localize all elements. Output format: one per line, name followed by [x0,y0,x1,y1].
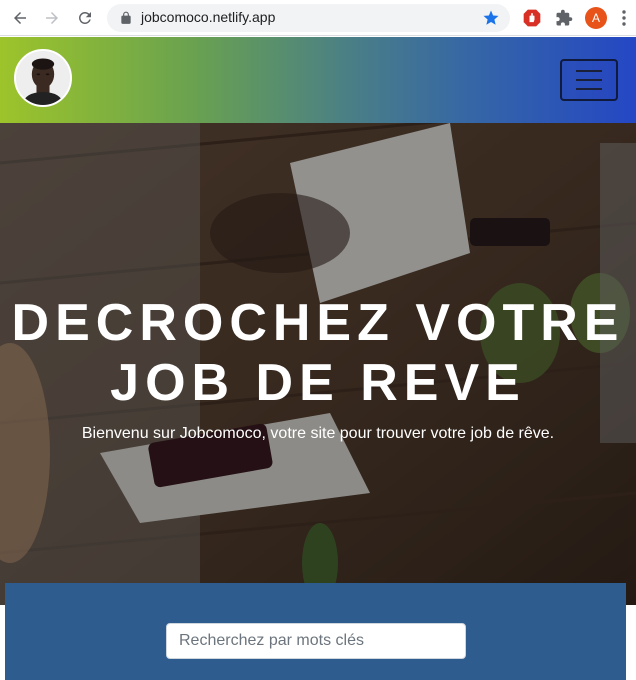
avatar-portrait-icon [16,51,70,105]
lock-icon[interactable] [119,11,133,25]
address-bar[interactable]: jobcomoco.netlify.app [107,4,510,32]
hero-title-line2: JOB DE REVE [110,354,526,412]
search-input[interactable] [166,623,466,659]
page-edge [626,631,636,680]
hero-title-line1: DECROCHEZ VOTRE [11,294,625,352]
site-navbar [0,37,636,123]
puzzle-icon [556,9,573,26]
reload-button[interactable] [73,6,97,30]
forward-button[interactable] [40,6,64,30]
hamburger-icon-bar [576,79,602,81]
forward-arrow-icon [46,12,58,24]
search-section [5,583,626,680]
back-button[interactable] [8,6,32,30]
hero-section: DECROCHEZ VOTRE JOB DE REVE Bienvenu sur… [0,123,636,605]
extensions-button[interactable] [554,8,574,28]
hamburger-menu-button[interactable] [560,59,618,101]
adblock-extension-button[interactable] [522,8,542,28]
back-arrow-icon [14,12,26,24]
reload-icon [78,11,91,24]
profile-avatar[interactable] [14,49,72,107]
more-vert-icon[interactable] [618,9,630,27]
adblock-icon [523,9,541,27]
browser-toolbar: jobcomoco.netlify.app A [0,0,636,36]
hero-subtitle: Bienvenu sur Jobcomoco, votre site pour … [81,425,555,442]
star-icon[interactable] [482,9,500,27]
hero-title: DECROCHEZ VOTRE JOB DE REVE [0,293,636,413]
browser-profile-button[interactable]: A [585,7,607,29]
url-text[interactable]: jobcomoco.netlify.app [141,9,275,25]
hamburger-icon-bar [576,88,602,90]
hamburger-icon [576,70,602,72]
